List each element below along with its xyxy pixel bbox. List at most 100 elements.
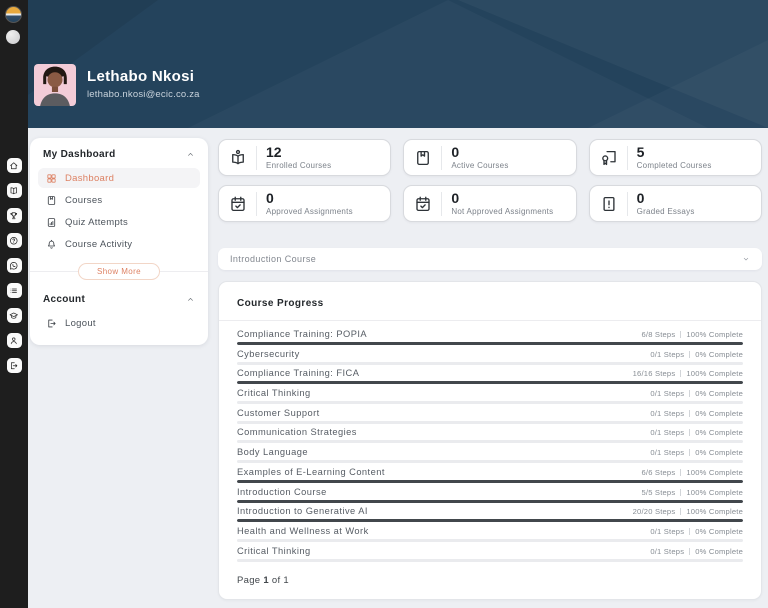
logout-icon [9, 361, 19, 371]
show-more-row: Show More [30, 262, 208, 280]
logout-icon [46, 318, 57, 329]
stat-value: 0 [451, 191, 553, 205]
course-progress-row[interactable]: Customer Support 0/1 Steps 0% Complete [237, 404, 743, 424]
stat-label: Not Approved Assignments [451, 207, 553, 216]
course-progress-row[interactable]: Compliance Training: POPIA 6/8 Steps 100… [237, 325, 743, 345]
course-steps: 0/1 Steps [650, 409, 684, 418]
ecic-logo [5, 6, 22, 23]
trophy-icon [9, 211, 19, 221]
divider [256, 146, 257, 170]
divider [689, 449, 690, 456]
stat-value: 12 [266, 145, 331, 159]
divider [680, 469, 681, 476]
rail-button[interactable] [7, 208, 22, 223]
rail-button[interactable] [7, 158, 22, 173]
course-steps: 20/20 Steps [633, 507, 676, 516]
stat-card: 0 Graded Essays [589, 185, 762, 222]
nav-item[interactable]: Quiz Attempts [38, 212, 200, 232]
show-more-button[interactable]: Show More [78, 263, 160, 280]
stat-card: 12 Enrolled Courses [218, 139, 391, 176]
course-steps: 0/1 Steps [650, 527, 684, 536]
course-steps: 6/6 Steps [641, 468, 675, 477]
nav-item[interactable]: Courses [38, 190, 200, 210]
person-icon [9, 336, 19, 346]
course-progress-row[interactable]: Communication Strategies 0/1 Steps 0% Co… [237, 423, 743, 443]
course-steps: 5/5 Steps [641, 488, 675, 497]
course-progress-title: Course Progress [237, 298, 324, 309]
nav-item-label: Course Activity [65, 239, 132, 250]
certificate-icon [600, 149, 618, 167]
divider [441, 192, 442, 216]
stat-value: 5 [637, 145, 712, 159]
chevron-down-icon [742, 255, 750, 263]
course-progress-row[interactable]: Critical Thinking 0/1 Steps 0% Complete [237, 542, 743, 562]
course-filter-dropdown[interactable]: Introduction Course [218, 248, 762, 270]
nav-item[interactable]: Course Activity [38, 234, 200, 254]
nav-item-label: Courses [65, 195, 102, 206]
stat-card: 0 Not Approved Assignments [403, 185, 576, 222]
calendar-check-icon [229, 195, 247, 213]
rail-button[interactable] [7, 183, 22, 198]
divider [680, 489, 681, 496]
course-progress-row[interactable]: Health and Wellness at Work 0/1 Steps 0%… [237, 522, 743, 542]
rail-button[interactable] [7, 333, 22, 348]
course-steps: 0/1 Steps [650, 350, 684, 359]
rail-button[interactable] [7, 358, 22, 373]
user-email: lethabo.nkosi@ecic.co.za [87, 89, 200, 100]
course-progress-row[interactable]: Introduction to Generative AI 20/20 Step… [237, 502, 743, 522]
course-progress-panel: Course Progress Compliance Training: POP… [218, 281, 762, 600]
chevron-up-icon [186, 295, 195, 304]
course-title: Critical Thinking [237, 546, 311, 556]
rail-button[interactable] [7, 258, 22, 273]
course-title: Examples of E-Learning Content [237, 467, 385, 477]
course-complete-percent: 100% Complete [686, 369, 743, 378]
stat-cards: 12 Enrolled Courses 0 Active Courses 5 C [218, 139, 762, 222]
icon-rail [0, 0, 28, 608]
avatar[interactable] [6, 30, 20, 44]
stat-card: 0 Approved Assignments [218, 185, 391, 222]
rail-button[interactable] [7, 233, 22, 248]
stat-label: Completed Courses [637, 161, 712, 170]
course-title: Compliance Training: FICA [237, 368, 359, 378]
course-progress-row[interactable]: Critical Thinking 0/1 Steps 0% Complete [237, 384, 743, 404]
nav-section-title: My Dashboard [43, 149, 116, 160]
divider [680, 508, 681, 515]
page-exclaim-icon [600, 195, 618, 213]
course-steps: 0/1 Steps [650, 389, 684, 398]
course-title: Health and Wellness at Work [237, 526, 369, 536]
course-complete-percent: 100% Complete [686, 488, 743, 497]
nav-section-header-account[interactable]: Account [30, 283, 208, 313]
stat-label: Graded Essays [637, 207, 695, 216]
nav-item[interactable]: Dashboard [38, 168, 200, 188]
rail-button[interactable] [7, 308, 22, 323]
divider [689, 390, 690, 397]
nav-section-title: Account [43, 294, 85, 305]
stat-card: 0 Active Courses [403, 139, 576, 176]
course-progress-row[interactable]: Introduction Course 5/5 Steps 100% Compl… [237, 483, 743, 503]
progress-bar-track [237, 559, 743, 562]
course-steps: 0/1 Steps [650, 428, 684, 437]
book-icon [46, 195, 57, 206]
nav-item[interactable]: Logout [38, 313, 200, 333]
divider [689, 351, 690, 358]
page-header: Lethabo Nkosi lethabo.nkosi@ecic.co.za [28, 0, 768, 128]
divider [689, 528, 690, 535]
course-title: Critical Thinking [237, 388, 311, 398]
course-progress-row[interactable]: Compliance Training: FICA 16/16 Steps 10… [237, 364, 743, 384]
rail-button[interactable] [7, 283, 22, 298]
divider [689, 548, 690, 555]
course-progress-header: Course Progress [219, 282, 761, 321]
school-icon [9, 311, 19, 321]
course-progress-row[interactable]: Body Language 0/1 Steps 0% Complete [237, 443, 743, 463]
help-icon [9, 236, 19, 246]
open-book-icon [9, 186, 19, 196]
calendar-check-icon [414, 195, 432, 213]
course-progress-row[interactable]: Cybersecurity 0/1 Steps 0% Complete [237, 345, 743, 365]
course-title: Communication Strategies [237, 427, 357, 437]
stat-label: Enrolled Courses [266, 161, 331, 170]
pagination-label: Page [237, 575, 260, 586]
user-name: Lethabo Nkosi [87, 68, 200, 85]
nav-section-header-my-dashboard[interactable]: My Dashboard [30, 138, 208, 168]
course-complete-percent: 0% Complete [695, 409, 743, 418]
course-progress-row[interactable]: Examples of E-Learning Content 6/6 Steps… [237, 463, 743, 483]
